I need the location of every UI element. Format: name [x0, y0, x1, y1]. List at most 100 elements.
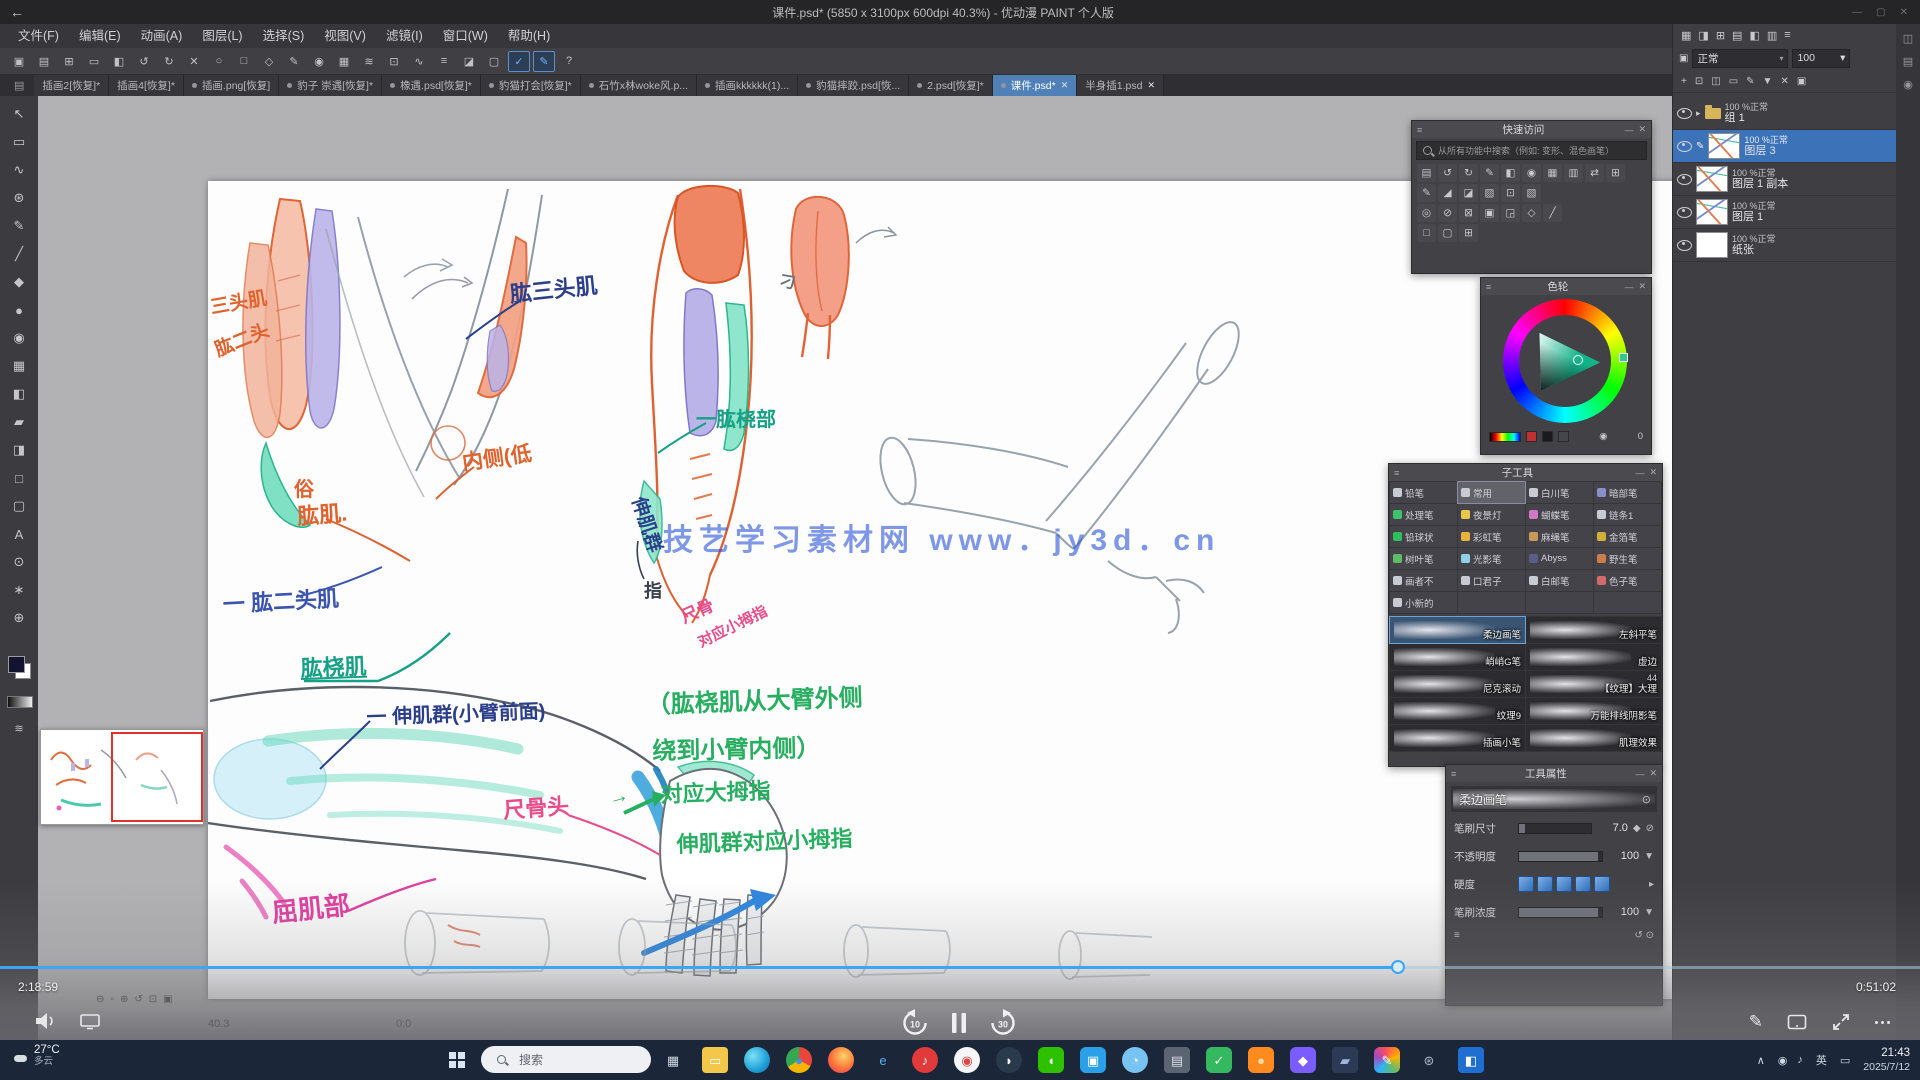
subtool-group[interactable]: 常用	[1458, 482, 1525, 503]
tablet-icon[interactable]	[1787, 1014, 1807, 1030]
video-progress-bar[interactable]	[0, 966, 1920, 969]
layer-action-icon[interactable]: ✎	[1746, 76, 1754, 87]
property-slider[interactable]	[1518, 907, 1603, 918]
quick-access-icon[interactable]: □	[1417, 224, 1436, 242]
tool-move[interactable]: ↖	[0, 100, 38, 128]
toolbar-icon[interactable]: ⊡	[383, 51, 405, 72]
taskbar-file-explorer[interactable]: ▭	[702, 1047, 728, 1073]
quick-access-icon[interactable]: ◉	[1522, 164, 1541, 182]
subtool-group[interactable]: Abyss	[1526, 548, 1593, 569]
panel-minimize-icon[interactable]: —	[1635, 769, 1644, 779]
status-icon[interactable]: ⊖	[96, 994, 104, 1005]
subtool-group[interactable]: 野生笔	[1594, 548, 1661, 569]
layer-row[interactable]: 100 %正常纸张	[1673, 229, 1897, 262]
color-swatches[interactable]	[8, 656, 30, 678]
tool-gradient[interactable]: ◨	[0, 436, 38, 464]
quick-access-icon[interactable]: ▨	[1480, 184, 1499, 202]
toolbar-icon[interactable]: ✎	[533, 51, 555, 72]
quick-access-icon[interactable]: ✎	[1480, 164, 1499, 182]
document-tab[interactable]: 插画kkkkkk(1)...	[697, 75, 798, 96]
hardness-preset[interactable]	[1556, 876, 1572, 892]
quick-access-icon[interactable]: ▧	[1522, 184, 1541, 202]
layer-action-icon[interactable]: ◫	[1711, 76, 1720, 87]
taskbar-purple-app[interactable]: ◆	[1290, 1047, 1316, 1073]
start-button[interactable]	[449, 1052, 465, 1068]
subtool-group[interactable]: 彩虹笔	[1458, 526, 1525, 547]
quick-access-icon[interactable]: ⊞	[1459, 224, 1478, 242]
panel-menu-icon[interactable]: ≡	[1451, 769, 1456, 779]
tab-close-icon[interactable]: ✕	[1147, 80, 1155, 91]
layer-action-icon[interactable]: ▣	[1797, 76, 1806, 87]
toolbar-icon[interactable]: ⊞	[58, 51, 80, 72]
tool-shape[interactable]: □	[0, 464, 38, 492]
property-icon[interactable]: ▼	[1644, 907, 1654, 918]
visibility-eye-icon[interactable]	[1677, 240, 1692, 251]
visibility-eye-icon[interactable]	[1677, 108, 1692, 119]
toolbar-icon[interactable]: ▦	[333, 51, 355, 72]
layers-tab-icon[interactable]: ≡	[1784, 29, 1790, 41]
document-tab[interactable]: 豹子 崇遇[恢复]*	[279, 75, 382, 96]
toolbar-icon[interactable]: ?	[558, 51, 580, 72]
subtool-group[interactable]: 麻绳笔	[1526, 526, 1593, 547]
toolbar-icon[interactable]: ◪	[458, 51, 480, 72]
pause-button[interactable]	[949, 1010, 969, 1036]
menu-item[interactable]: 窗口(W)	[433, 24, 498, 48]
panel-menu-icon[interactable]: ≡	[1486, 282, 1491, 292]
panel-minimize-icon[interactable]: —	[1635, 468, 1644, 478]
navigator-panel[interactable]	[40, 729, 204, 825]
tool-airbrush[interactable]: ●	[0, 296, 38, 324]
tab-list-icon[interactable]: ▤	[14, 79, 24, 92]
status-icon[interactable]: ⊕	[120, 994, 128, 1005]
minimize-icon[interactable]: —	[1852, 7, 1862, 18]
subtool-group[interactable]: 画者不	[1390, 570, 1457, 591]
tool-text[interactable]: A	[0, 520, 38, 548]
back-arrow-icon[interactable]: ←	[0, 4, 34, 20]
brush-item[interactable]: 尼克滚动	[1390, 671, 1525, 697]
tool-frame[interactable]: ▢	[0, 492, 38, 520]
forward-30-button[interactable]: 30	[988, 1008, 1018, 1038]
taskbar-chrome-browser[interactable]: ●	[786, 1047, 812, 1073]
quick-access-icon[interactable]: ▢	[1438, 224, 1457, 242]
brush-item[interactable]: 柔边画笔	[1390, 617, 1525, 643]
sv-selector[interactable]	[1573, 355, 1583, 365]
quick-access-icon[interactable]: ▤	[1417, 164, 1436, 182]
quick-access-icon[interactable]: ◪	[1459, 184, 1478, 202]
taskbar-dev-app[interactable]: ▤	[1164, 1047, 1190, 1073]
toolbar-icon[interactable]: ▢	[483, 51, 505, 72]
tool-hand[interactable]: ∗	[0, 576, 38, 604]
document-tab[interactable]: 2.psd[恢复]*	[909, 75, 993, 96]
weather-widget[interactable]: 27°C 多云	[8, 1044, 60, 1067]
taskbar-search[interactable]: 搜索	[481, 1046, 651, 1073]
subtool-group[interactable]: 处理笔	[1390, 504, 1457, 525]
quick-access-icon[interactable]: ⊡	[1501, 184, 1520, 202]
toolbar-icon[interactable]: ◇	[258, 51, 280, 72]
menu-item[interactable]: 图层(L)	[192, 24, 252, 48]
tool-pen[interactable]: ✎	[0, 212, 38, 240]
menu-item[interactable]: 帮助(H)	[498, 24, 560, 48]
document-tab[interactable]: 课件.psd*✕	[993, 75, 1077, 96]
taskbar-task-view[interactable]: ▦	[660, 1047, 686, 1073]
visibility-eye-icon[interactable]	[1677, 174, 1692, 185]
toolbar-icon[interactable]: ≡	[433, 51, 455, 72]
hardness-preset[interactable]	[1594, 876, 1610, 892]
brush-item[interactable]: 峭峭G笔	[1390, 644, 1525, 670]
tab-close-icon[interactable]: ✕	[1061, 80, 1069, 91]
toolbar-icon[interactable]: ✎	[283, 51, 305, 72]
quick-access-icon[interactable]: ◇	[1522, 204, 1541, 222]
brush-item[interactable]: 【纹理】大理44	[1526, 671, 1661, 697]
visibility-eye-icon[interactable]	[1677, 207, 1692, 218]
tool-zoom[interactable]: ⊕	[0, 604, 38, 632]
status-icon[interactable]: ↺	[134, 994, 142, 1005]
quick-access-icon[interactable]: ↺	[1438, 164, 1457, 182]
subtool-group[interactable]: 白川笔	[1526, 482, 1593, 503]
quick-access-icon[interactable]: ▥	[1564, 164, 1583, 182]
subtool-group[interactable]: 色子笔	[1594, 570, 1661, 591]
navigator-view-rect[interactable]	[111, 732, 203, 822]
brush-item[interactable]: 万能排线阴影笔	[1526, 698, 1661, 724]
more-options-icon[interactable]	[1875, 1021, 1890, 1024]
quick-access-icon[interactable]: ╱	[1543, 204, 1562, 222]
side-strip-icon[interactable]: ◉	[1903, 78, 1913, 91]
taskbar-orange-app[interactable]: ●	[1248, 1047, 1274, 1073]
panel-close-icon[interactable]: ✕	[1649, 768, 1657, 779]
tool-pencil[interactable]: ╱	[0, 240, 38, 268]
